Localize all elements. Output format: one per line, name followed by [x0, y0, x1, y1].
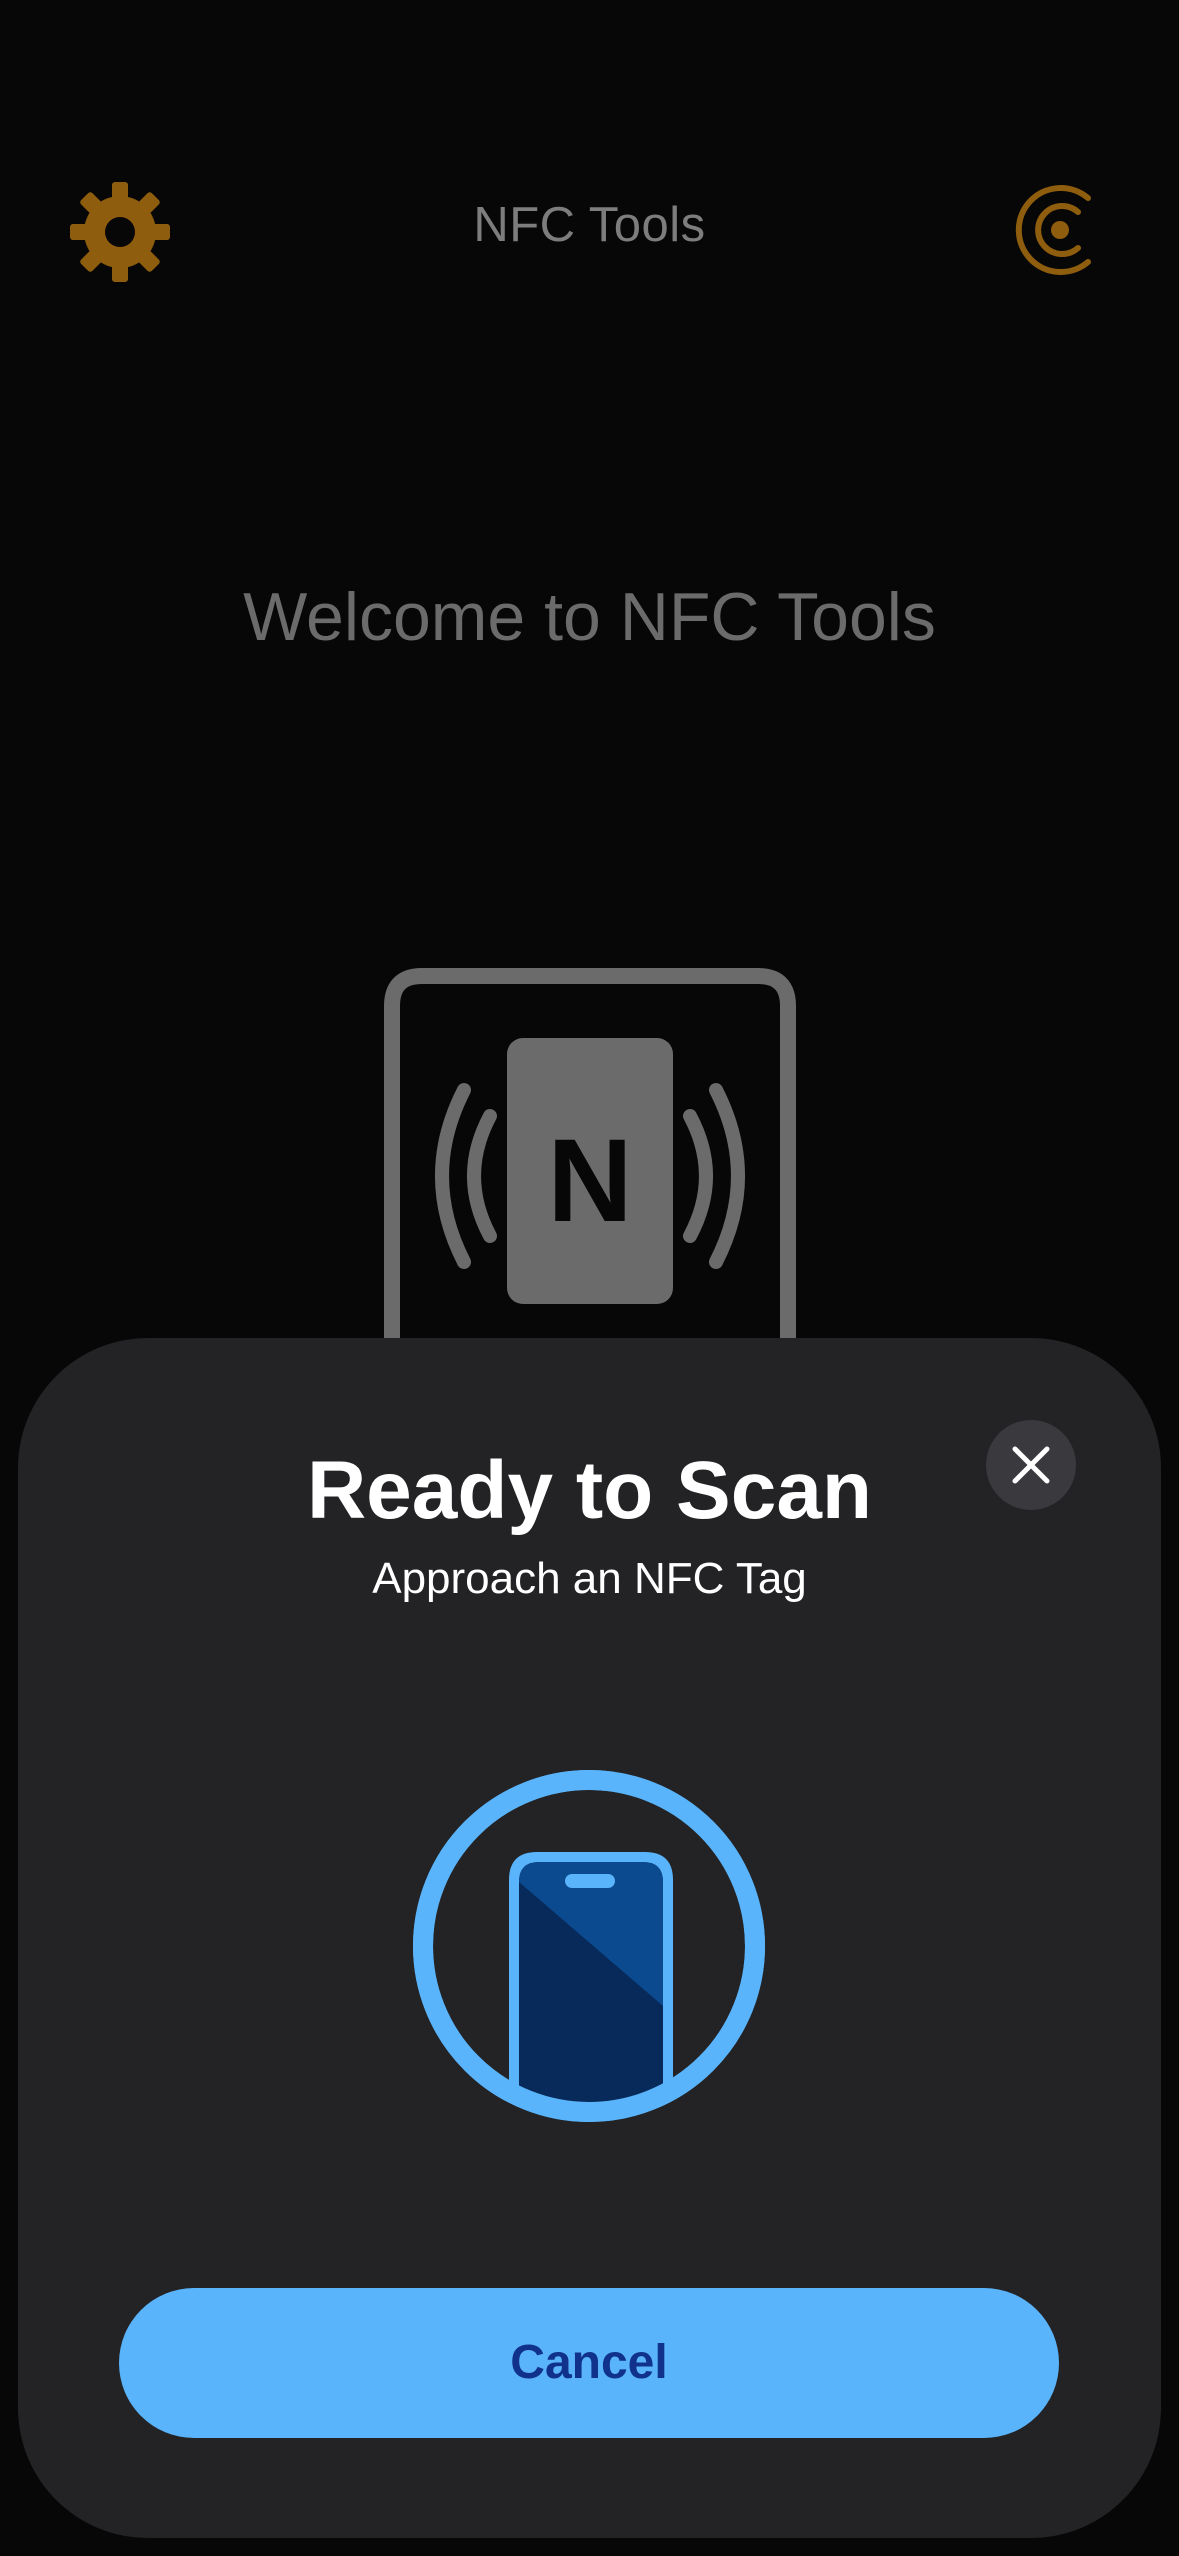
screen: NFC Tools Welcome to NFC Tools N Ready t…	[0, 0, 1179, 2556]
scan-sheet: Ready to Scan Approach an NFC Tag Cancel	[18, 1338, 1161, 2538]
nfc-tag-letter: N	[547, 1115, 632, 1247]
phone-scan-icon	[413, 1770, 765, 2122]
app-title: NFC Tools	[473, 198, 706, 252]
scan-illustration	[413, 1770, 765, 2122]
nfc-tag-illustration: N	[380, 966, 800, 1346]
sheet-title: Ready to Scan	[306, 1445, 873, 1536]
crescent-pro-icon	[1015, 185, 1091, 275]
nfc-phone-icon: N	[384, 968, 796, 1346]
pro-button[interactable]	[1008, 180, 1104, 280]
welcome-heading: Welcome to NFC Tools	[243, 579, 936, 655]
cancel-button[interactable]: Cancel	[119, 2288, 1059, 2438]
sheet-subtitle: Approach an NFC Tag	[372, 1554, 807, 1603]
